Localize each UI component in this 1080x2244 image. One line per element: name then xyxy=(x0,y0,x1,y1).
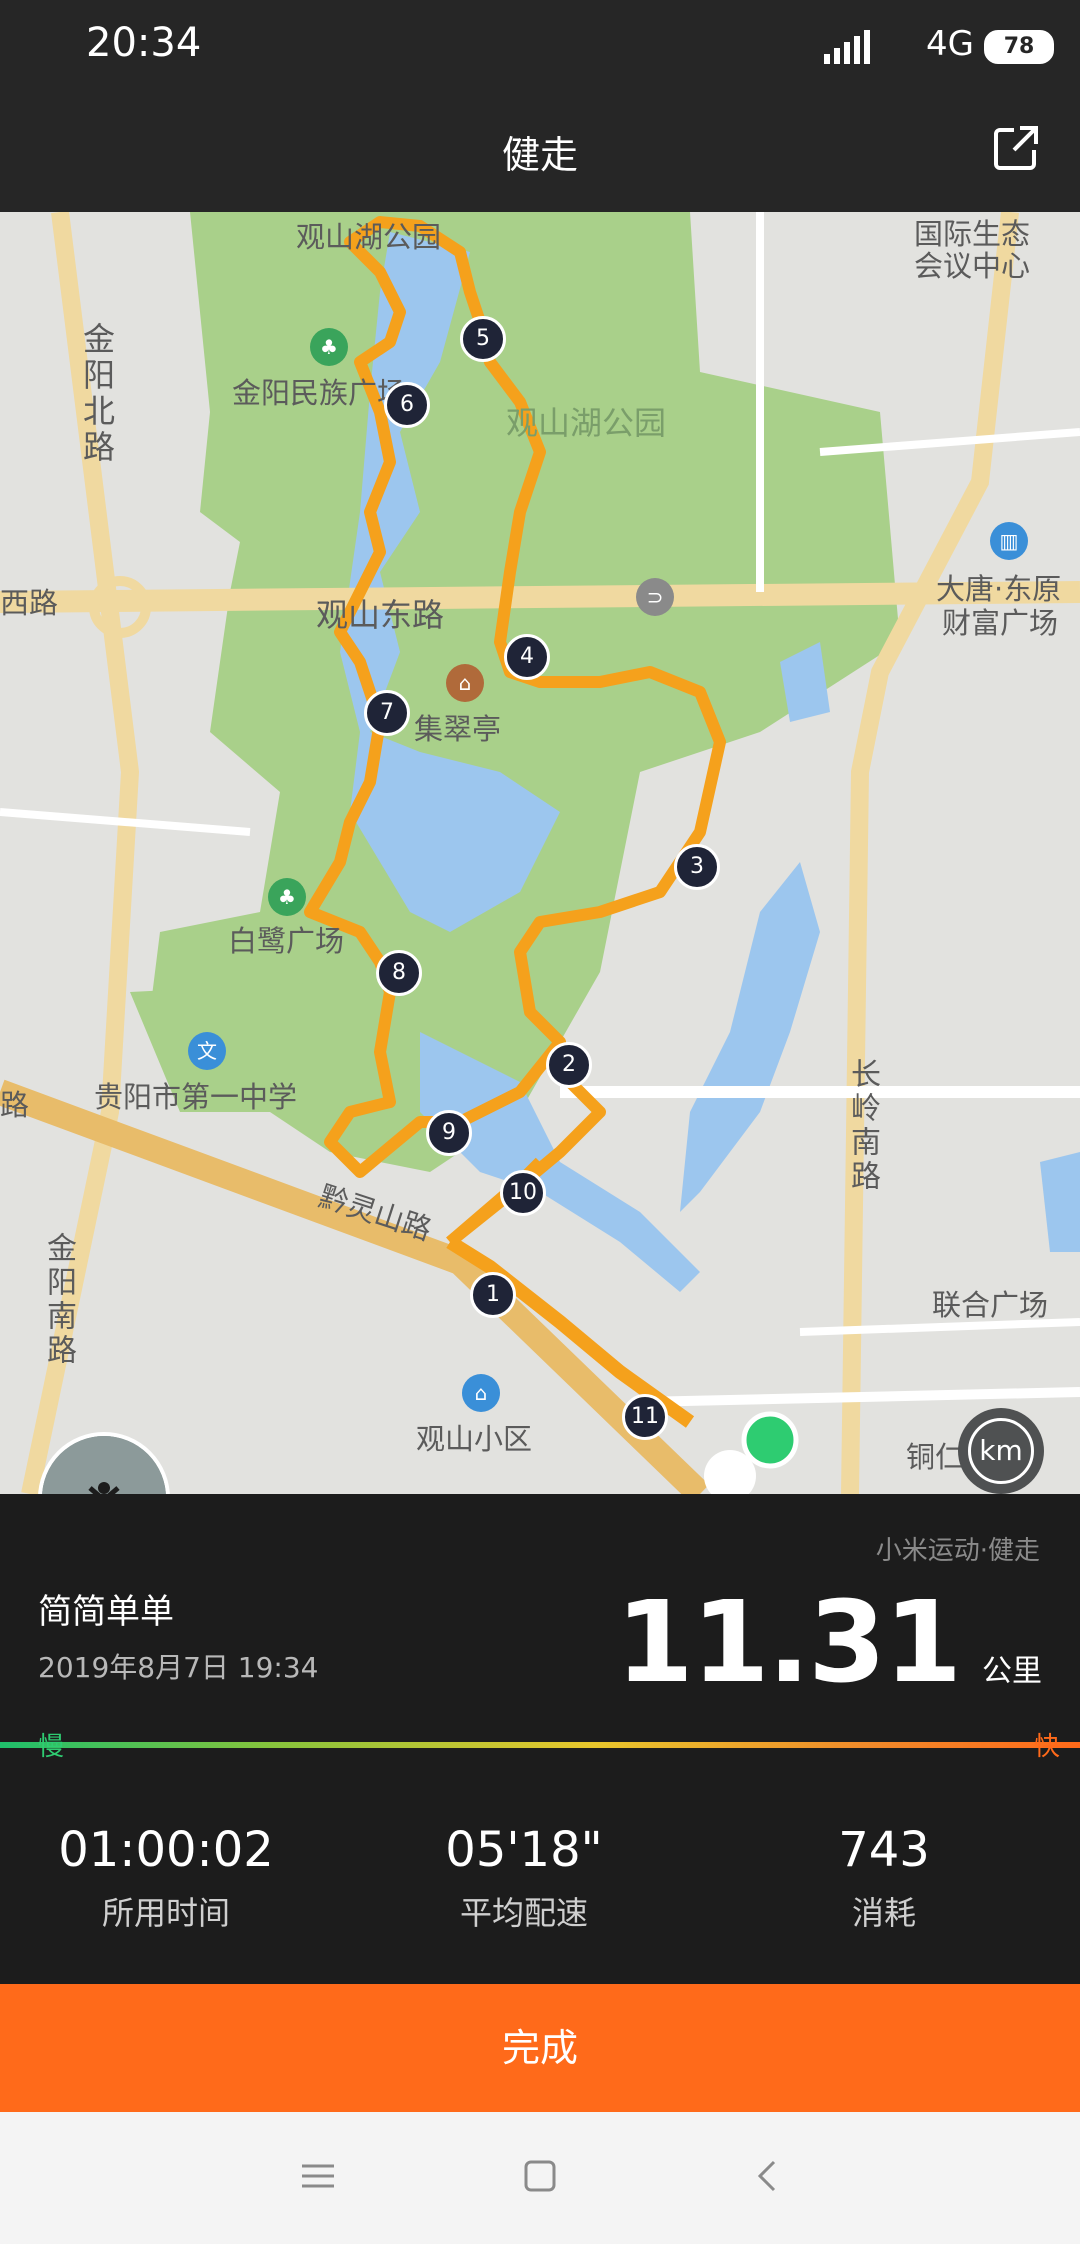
map-label: 贵阳市第一中学 xyxy=(94,1080,298,1114)
park-icon: ♣ xyxy=(310,328,348,366)
map-label: 集翠亭 xyxy=(414,712,502,746)
fast-label: 快 xyxy=(1033,1732,1060,1762)
transit-icon: ⊃ xyxy=(636,578,674,616)
km-toggle-button[interactable]: km xyxy=(958,1408,1044,1494)
map-label: 财富广场 xyxy=(942,606,1059,640)
page-title: 健走 xyxy=(501,133,578,177)
map-label: 观山湖公园 xyxy=(296,220,442,254)
share-icon[interactable] xyxy=(992,124,1040,172)
map-label: 金阳南路 xyxy=(41,1232,76,1368)
stat-value: 01:00:02 xyxy=(58,1822,274,1878)
map-label: 白鹭广场 xyxy=(228,924,345,958)
map-label: 路 xyxy=(0,1088,30,1122)
map-label: 国际生态会议中心 xyxy=(914,217,1031,283)
km-marker-5: 5 xyxy=(460,316,506,362)
map-label: 长岭南路 xyxy=(845,1058,880,1194)
map-label: 金阳民族广场 xyxy=(232,376,407,410)
stat-label: 所用时间 xyxy=(101,1894,230,1932)
brand-label: 小米运动·健走 xyxy=(875,1536,1040,1566)
stat-pace: 05'18" 平均配速 xyxy=(374,1822,674,1934)
menu-icon[interactable] xyxy=(298,2156,338,2196)
route-map[interactable]: 观山湖公园 国际生态会议中心 ♣ 金阳民族广场 观山湖公园 西路 观山东路 ⊃ … xyxy=(0,212,1080,1494)
stat-duration: 01:00:02 所用时间 xyxy=(16,1822,316,1934)
system-nav-bar xyxy=(0,2112,1080,2244)
map-label: 观山小区 xyxy=(416,1422,533,1456)
stat-value: 05'18" xyxy=(445,1822,603,1878)
stat-label: 消耗 xyxy=(851,1894,916,1932)
km-marker-8: 8 xyxy=(376,950,422,996)
home-icon[interactable] xyxy=(520,2156,560,2196)
status-time: 20:34 xyxy=(86,20,202,66)
map-label: 观山湖公园 xyxy=(506,404,667,442)
pace-gradient-bar xyxy=(0,1742,1080,1748)
stat-value: 743 xyxy=(838,1822,930,1878)
school-icon: 文 xyxy=(188,1032,226,1070)
stat-calories: 743 消耗 xyxy=(734,1822,1034,1934)
back-icon[interactable] xyxy=(748,2156,788,2196)
battery-icon: 78 xyxy=(984,30,1054,64)
km-marker-2: 2 xyxy=(546,1042,592,1088)
km-marker-4: 4 xyxy=(504,634,550,680)
summary-card: 小米运动·健走 简简单单 2019年8月7日 19:34 11.31 公里 慢 … xyxy=(0,1494,1080,1984)
distance-value: 11.31 xyxy=(615,1578,962,1708)
map-label: 西路 xyxy=(0,586,59,620)
km-marker-7: 7 xyxy=(364,690,410,736)
map-label: 联合广场 xyxy=(932,1288,1049,1322)
distance-unit: 公里 xyxy=(982,1654,1042,1689)
km-marker-10: 10 xyxy=(500,1170,546,1216)
title-bar: 健走 xyxy=(0,92,1080,212)
map-label: 观山东路 xyxy=(316,596,445,634)
km-marker-3: 3 xyxy=(674,844,720,890)
stat-label: 平均配速 xyxy=(459,1894,588,1932)
landmark-icon: ⌂ xyxy=(446,664,484,702)
building-icon: ▥ xyxy=(990,522,1028,560)
residence-icon: ⌂ xyxy=(462,1374,500,1412)
activity-datetime: 2019年8月7日 19:34 xyxy=(38,1651,319,1684)
park-icon: ♣ xyxy=(268,878,306,916)
user-name: 简简单单 xyxy=(38,1592,174,1632)
network-type: 4G xyxy=(926,24,974,64)
slow-label: 慢 xyxy=(38,1732,65,1762)
km-marker-11: 11 xyxy=(622,1394,668,1440)
km-marker-9: 9 xyxy=(426,1110,472,1156)
km-marker-1: 1 xyxy=(470,1272,516,1318)
done-button[interactable]: 完成 xyxy=(0,1984,1080,2112)
status-bar: 20:34 4G 78 xyxy=(0,0,1080,92)
km-marker-6: 6 xyxy=(384,382,430,428)
signal-icon xyxy=(824,30,870,64)
km-icon: km xyxy=(968,1418,1034,1484)
map-label: 金阳北路 xyxy=(78,322,116,466)
